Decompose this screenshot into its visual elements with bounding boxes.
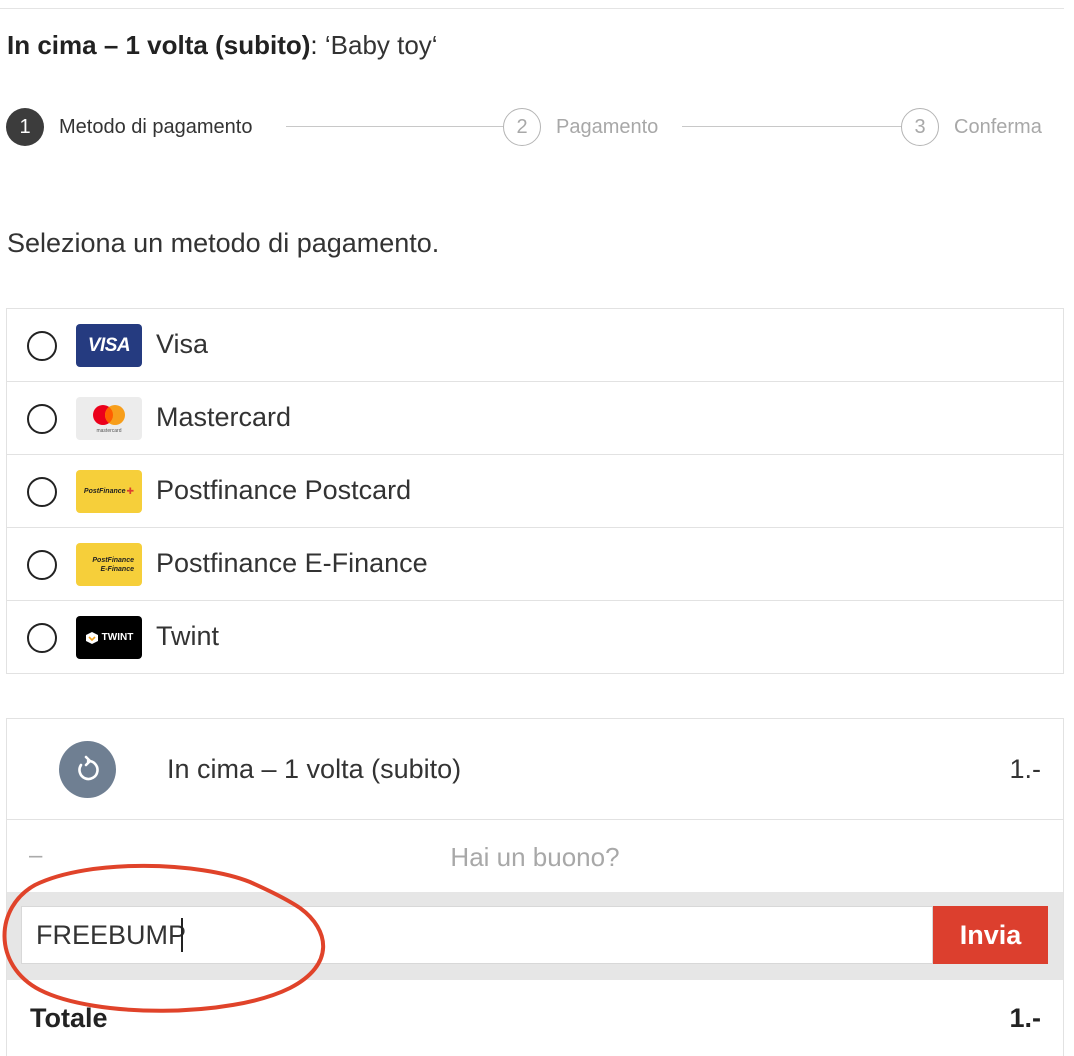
payment-option-efinance[interactable]: PostFinance E-Finance Postfinance E-Fina… [7, 528, 1063, 601]
checkout-stepper: 1 Metodo di pagamento 2 Pagamento 3 Conf… [6, 108, 1050, 146]
refresh-arrow-icon [59, 741, 116, 798]
step-number: 3 [901, 108, 939, 146]
step-number: 1 [6, 108, 44, 146]
voucher-toggle-row[interactable]: – Hai un buono? [7, 820, 1063, 892]
total-value: 1.- [1009, 1003, 1041, 1033]
twint-logo-text: TWINT [101, 632, 134, 643]
step-label: Metodo di pagamento [59, 115, 253, 138]
payment-option-label: Twint [156, 621, 220, 651]
voucher-code-input[interactable] [21, 906, 933, 964]
title-separator: : [310, 30, 325, 60]
radio-button[interactable] [27, 623, 57, 653]
payment-option-twint[interactable]: TWINT Twint [7, 601, 1063, 673]
summary-item-row: In cima – 1 volta (subito) 1.- [7, 719, 1063, 820]
payment-option-postcard[interactable]: PostFinance ✚ Postfinance Postcard [7, 455, 1063, 528]
total-label: Totale [30, 1003, 108, 1033]
order-summary: In cima – 1 volta (subito) 1.- – Hai un … [6, 718, 1064, 1056]
efinance-logo: PostFinance E-Finance [76, 543, 142, 586]
postfinance-logo: PostFinance ✚ [76, 470, 142, 513]
efinance-logo-line2: E-Finance [100, 565, 134, 573]
step-payment: 2 Pagamento [503, 108, 658, 146]
payment-option-label: Visa [156, 329, 209, 359]
mastercard-logo: mastercard [76, 397, 142, 440]
step-connector [682, 126, 902, 127]
select-method-heading: Seleziona un metodo di pagamento. [7, 228, 440, 258]
step-connector [286, 126, 504, 127]
summary-item-label: In cima – 1 volta (subito) [167, 754, 462, 784]
efinance-logo-line1: PostFinance [92, 556, 134, 564]
payment-option-visa[interactable]: VISA Visa [7, 309, 1063, 382]
title-bold: In cima – 1 volta (subito) [7, 30, 311, 60]
radio-button[interactable] [27, 404, 57, 434]
visa-logo-text: VISA [87, 334, 131, 356]
payment-option-label: Mastercard [156, 402, 292, 432]
radio-button[interactable] [27, 477, 57, 507]
step-label: Pagamento [556, 115, 659, 138]
visa-logo: VISA [76, 324, 142, 367]
swiss-cross-icon: ✚ [126, 486, 135, 496]
twint-logo: TWINT [76, 616, 142, 659]
voucher-form: Invia [7, 892, 1063, 980]
twint-shield-icon [85, 631, 98, 644]
step-number: 2 [503, 108, 541, 146]
payment-option-label: Postfinance Postcard [156, 475, 412, 505]
step-label: Conferma [954, 115, 1042, 138]
radio-button[interactable] [27, 550, 57, 580]
step-payment-method: 1 Metodo di pagamento [6, 108, 252, 146]
payment-method-list: VISA Visa mastercard Mastercard PostFina… [6, 308, 1064, 674]
voucher-prompt[interactable]: Hai un buono? [7, 842, 1063, 873]
top-divider [0, 8, 1064, 9]
text-caret [181, 918, 183, 952]
title-product: ‘Baby toy‘ [324, 30, 438, 60]
mastercard-logo-text: mastercard [96, 427, 122, 434]
submit-voucher-button[interactable]: Invia [933, 906, 1048, 964]
radio-button[interactable] [27, 331, 57, 361]
page-title: In cima – 1 volta (subito): ‘Baby toy‘ [7, 30, 438, 61]
summary-item-price: 1.- [1009, 754, 1041, 784]
postfinance-logo-text: PostFinance [83, 488, 126, 495]
step-confirm: 3 Conferma [901, 108, 1042, 146]
mastercard-circles-icon [93, 404, 125, 425]
payment-option-mastercard[interactable]: mastercard Mastercard [7, 382, 1063, 455]
total-row: Totale 1.- [7, 980, 1063, 1056]
payment-option-label: Postfinance E-Finance [156, 548, 428, 578]
